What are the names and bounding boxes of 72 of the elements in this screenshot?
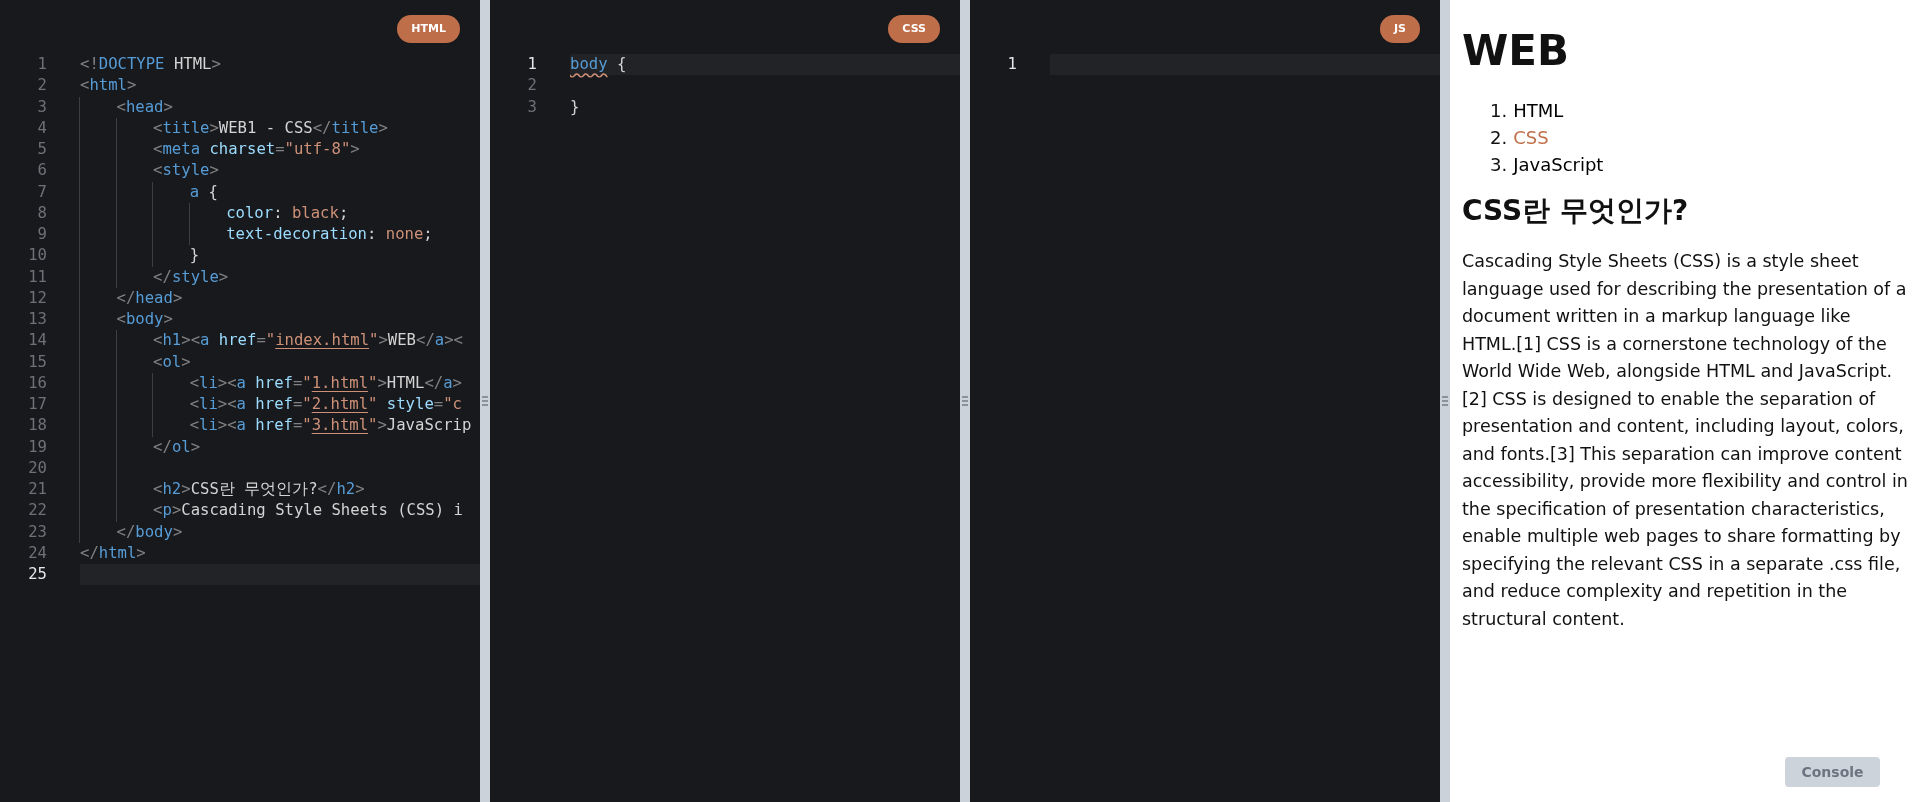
code-line: <li><a href="3.html">JavaScrip <box>189 415 472 437</box>
code-line: <li><a href="1.html">HTML</a> <box>189 372 462 394</box>
code-line: <li><a href="2.html" style="c <box>189 394 462 415</box>
code-line: </head> <box>116 287 183 309</box>
language-badge: HTML <box>397 15 460 43</box>
list-link[interactable]: HTML <box>1513 97 1564 124</box>
line-number: 12 <box>27 287 48 309</box>
line-number: 3 <box>36 96 48 118</box>
language-badge: JS <box>1380 15 1420 43</box>
grip-icon[interactable] <box>482 395 488 407</box>
code-line: <html> <box>80 75 137 97</box>
list-link[interactable]: JavaScript <box>1513 151 1604 178</box>
line-number: 2 <box>36 75 48 97</box>
line-number: 5 <box>36 139 48 160</box>
code-line: color: black; <box>226 202 349 224</box>
code-line: <head> <box>116 96 173 118</box>
line-number: 15 <box>27 351 48 373</box>
code-line: } <box>189 245 200 267</box>
code-line: a { <box>189 181 218 203</box>
line-number: 14 <box>27 330 48 352</box>
line-number: 10 <box>27 245 48 267</box>
list-number: 3. <box>1490 153 1508 177</box>
line-number: 2 <box>526 75 538 97</box>
line-number: 21 <box>27 479 48 500</box>
language-badge: CSS <box>888 15 940 43</box>
paragraph: Cascading Style Sheets (CSS) is a style sheet language used for describing the presentation of a document written in a markup language like HTML.[1] CSS is a cornerstone technology of the World Wide Web, alongside HTML and JavaScript.[2] CSS is designed to enable the separation of presentation and content, including layout, colors, and fonts.[3] This separation can improve content accessibility, provide more flexibility and control in the specification of presentation characteristics, enable multiple web pages to share formatting by specifying the relevant CSS in a separate .css file, and reduce complexity and repetition in the structural content. <box>1462 250 1908 631</box>
list-number: 1. <box>1490 99 1508 123</box>
line-number: 9 <box>36 224 48 245</box>
line-number: 11 <box>27 266 48 288</box>
code-line: <style> <box>153 160 219 182</box>
line-number: 16 <box>27 372 48 394</box>
line-number: 1 <box>526 54 538 75</box>
section-heading: CSS란 무엇인가? <box>1462 193 1689 229</box>
code-line: <body> <box>116 309 173 330</box>
line-number: 17 <box>27 394 48 415</box>
line-number: 8 <box>36 202 48 224</box>
code-editor[interactable]: CSS 1 body { 2 3 } <box>490 0 960 802</box>
code-line: text-decoration: none; <box>226 224 433 245</box>
code-line: <title>WEB1 - CSS</title> <box>153 117 388 139</box>
grip-icon[interactable] <box>1442 395 1448 407</box>
grip-icon[interactable] <box>962 395 968 407</box>
code-line: </html> <box>80 542 146 564</box>
line-number: 3 <box>526 96 538 118</box>
line-number: 25 <box>27 564 48 585</box>
code-line: </body> <box>116 521 183 543</box>
line-number: 19 <box>27 436 48 458</box>
code-line: </ol> <box>153 436 201 458</box>
code-line: <h1><a href="index.html">WEB</a>< <box>153 330 463 352</box>
line-number: 22 <box>27 500 48 522</box>
line-number: 1 <box>36 54 48 75</box>
list-link[interactable]: CSS <box>1513 124 1549 151</box>
code-editor[interactable] <box>0 0 480 802</box>
page-heading: WEB <box>1462 26 1570 75</box>
code-line: <!DOCTYPE HTML> <box>80 54 221 75</box>
line-number: 18 <box>27 415 48 437</box>
code-line: <p>Cascading Style Sheets (CSS) i <box>153 500 463 522</box>
line-number: 24 <box>27 542 48 564</box>
code-editor[interactable]: JS 1 <box>970 0 1440 802</box>
line-number: 4 <box>36 117 48 139</box>
line-number: 7 <box>36 181 48 203</box>
line-number: 23 <box>27 521 48 543</box>
list-number: 2. <box>1490 126 1508 150</box>
code-line: <ol> <box>153 351 191 373</box>
code-line: } <box>570 96 580 118</box>
code-line: </style> <box>153 266 229 288</box>
code-line: body { <box>570 54 627 75</box>
code-line: <h2>CSS란 무엇인가?</h2> <box>153 479 365 500</box>
code-line: <meta charset="utf-8"> <box>153 139 360 160</box>
line-number: 13 <box>27 309 48 330</box>
line-number: 1 <box>1006 54 1018 75</box>
line-number: 6 <box>36 160 48 182</box>
line-number: 20 <box>27 457 48 479</box>
